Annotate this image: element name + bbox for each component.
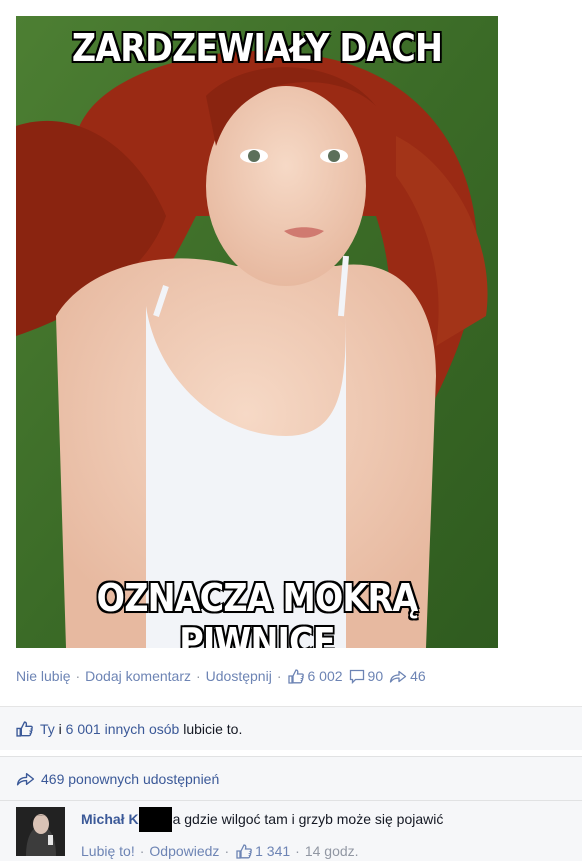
comment-timestamp: 14 godz. bbox=[304, 843, 359, 859]
shares-summary[interactable]: 469 ponownych udostępnień bbox=[0, 756, 582, 800]
post-actions-bar: Nie lubię · Dodaj komentarz · Udostępnij… bbox=[16, 666, 582, 686]
redaction-block bbox=[138, 807, 172, 832]
like-count-value: 6 002 bbox=[307, 668, 343, 684]
comment-author-link[interactable]: Michał K bbox=[81, 811, 139, 827]
comment-reply-link[interactable]: Odpowiedz bbox=[149, 843, 219, 859]
likes-and-text: i bbox=[54, 720, 66, 737]
comment-like-link[interactable]: Lubię to! bbox=[81, 843, 135, 859]
comment-text: a gdzie wilgoć tam i grzyb może się poja… bbox=[172, 811, 444, 827]
share-count-value: 46 bbox=[410, 668, 426, 684]
comment-like-count[interactable]: 1 341 bbox=[236, 843, 290, 859]
avatar-image bbox=[16, 807, 65, 856]
meme-top-caption: ZARDZEWIAŁY DACH bbox=[71, 26, 443, 70]
like-count[interactable]: 6 002 bbox=[288, 668, 343, 684]
comment-meta: Lubię to! · Odpowiedz · 1 341 · 14 godz. bbox=[81, 843, 443, 859]
thumbs-up-icon bbox=[236, 843, 252, 859]
likes-others-link[interactable]: 6 001 innych osób bbox=[66, 721, 180, 737]
share-count[interactable]: 46 bbox=[389, 668, 426, 684]
separator-dot: · bbox=[139, 843, 145, 859]
likes-rest-text: lubicie to. bbox=[179, 720, 243, 737]
avatar[interactable] bbox=[16, 807, 65, 856]
post-photo[interactable]: ZARDZEWIAŁY DACH OZNACZA MOKRĄ PIWNICĘ bbox=[16, 16, 498, 648]
separator-dot: · bbox=[295, 843, 300, 859]
likes-summary: Ty i 6 001 innych osób lubicie to. bbox=[0, 706, 582, 750]
shares-label: 469 ponownych udostępnień bbox=[41, 770, 220, 787]
add-comment-link[interactable]: Dodaj komentarz bbox=[85, 668, 191, 684]
separator-dot: · bbox=[195, 668, 201, 684]
thumbs-up-icon bbox=[16, 720, 33, 737]
share-arrow-icon bbox=[16, 772, 35, 785]
meme-bottom-caption: OZNACZA MOKRĄ PIWNICĘ bbox=[96, 576, 419, 648]
likes-you-link[interactable]: Ty bbox=[40, 721, 55, 737]
thumbs-up-icon bbox=[288, 668, 305, 684]
comment-count-value: 90 bbox=[367, 668, 384, 684]
share-arrow-icon bbox=[389, 670, 407, 683]
comment-content: Michał K a gdzie wilgoć tam i grzyb może … bbox=[81, 807, 443, 859]
speech-bubble-icon bbox=[349, 669, 364, 684]
dislike-link[interactable]: Nie lubię bbox=[16, 668, 70, 684]
comment-count[interactable]: 90 bbox=[349, 668, 384, 684]
comment-like-count-value: 1 341 bbox=[255, 843, 291, 859]
separator-dot: · bbox=[75, 668, 81, 684]
separator-dot: · bbox=[276, 668, 282, 684]
photo-illustration bbox=[16, 16, 498, 648]
separator-dot: · bbox=[224, 843, 230, 859]
comment-item: Michał K a gdzie wilgoć tam i grzyb może … bbox=[0, 800, 582, 861]
share-link[interactable]: Udostępnij bbox=[206, 668, 272, 684]
